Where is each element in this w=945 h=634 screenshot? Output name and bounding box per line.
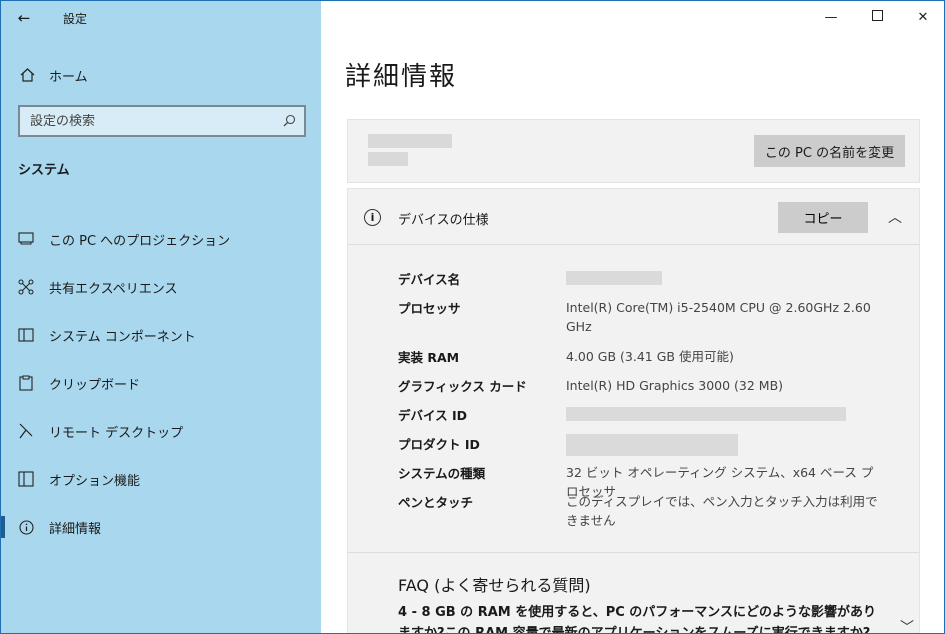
- spec-key: グラフィックス カード: [398, 379, 527, 394]
- spec-key: システムの種類: [398, 466, 486, 481]
- spec-key: 実装 RAM: [398, 350, 460, 365]
- faq-question[interactable]: 4 - 8 GB の RAM を使用すると、PC のパフォーマンスにどのような影…: [398, 602, 878, 633]
- device-name-card: この PC の名前を変更: [347, 119, 920, 183]
- spec-key: デバイス名: [398, 272, 461, 287]
- sidebar-item-label: 詳細情報: [49, 521, 102, 537]
- copy-button[interactable]: コピー: [778, 202, 868, 233]
- sidebar: ← 設定 ホーム システム この PC へのプロジェクション: [1, 1, 321, 633]
- spec-key: デバイス ID: [398, 408, 468, 423]
- system-component-icon: [18, 328, 34, 342]
- nav-home-label: ホーム: [49, 69, 88, 85]
- chevron-up-icon[interactable]: ︿: [888, 207, 902, 227]
- divider: [348, 552, 919, 553]
- settings-window: ← 設定 ホーム システム この PC へのプロジェクション: [0, 0, 945, 634]
- search-input[interactable]: [30, 113, 270, 129]
- spec-key: ペンとタッチ: [398, 495, 474, 510]
- redacted-device-name: [368, 152, 408, 166]
- nav-list: この PC へのプロジェクション 共有エクスペリエンス システム コンポーネント…: [1, 215, 321, 551]
- shared-experience-icon: [18, 279, 34, 295]
- remote-desktop-icon: [18, 423, 34, 439]
- back-arrow-icon: ←: [17, 9, 31, 27]
- maximize-button[interactable]: [854, 1, 900, 33]
- info-icon: i: [364, 209, 381, 226]
- clipboard-icon: [18, 375, 34, 391]
- sidebar-item-label: オプション機能: [49, 473, 141, 489]
- search-box[interactable]: [18, 105, 306, 137]
- minimize-icon: —: [824, 9, 838, 25]
- app-title: 設定: [63, 11, 88, 26]
- optional-features-icon: [18, 471, 34, 487]
- spec-key: プロセッサ: [398, 301, 461, 316]
- home-icon: [19, 68, 35, 82]
- sidebar-item-label: この PC へのプロジェクション: [49, 233, 231, 249]
- maximize-icon: [871, 9, 883, 25]
- sidebar-item-label: システム コンポーネント: [49, 329, 196, 345]
- projection-icon: [18, 232, 34, 246]
- spec-key: プロダクト ID: [398, 437, 480, 452]
- minimize-button[interactable]: —: [808, 1, 854, 33]
- nav-home[interactable]: ホーム: [1, 59, 321, 91]
- sidebar-item-label: 共有エクスペリエンス: [49, 281, 178, 297]
- sidebar-item-about[interactable]: 詳細情報: [1, 503, 321, 551]
- sidebar-item-optional-features[interactable]: オプション機能: [1, 455, 321, 503]
- spec-title: デバイスの仕様: [398, 213, 489, 228]
- spec-value-redacted: [566, 434, 881, 461]
- main-content: — ✕ 詳細情報 この PC の名前を変更 i デバイスの仕様 コピー ︿ デバ…: [321, 1, 944, 633]
- close-icon: ✕: [917, 9, 929, 25]
- sidebar-item-projection[interactable]: この PC へのプロジェクション: [1, 215, 321, 263]
- sidebar-item-clipboard[interactable]: クリップボード: [1, 359, 321, 407]
- spec-value-redacted: [566, 405, 881, 426]
- section-heading: システム: [18, 163, 70, 178]
- sidebar-item-shared-experience[interactable]: 共有エクスペリエンス: [1, 263, 321, 311]
- title-bar: ← 設定: [1, 1, 321, 35]
- rename-pc-button[interactable]: この PC の名前を変更: [754, 135, 905, 167]
- sidebar-item-system-components[interactable]: システム コンポーネント: [1, 311, 321, 359]
- info-icon: [18, 519, 34, 535]
- sidebar-item-remote-desktop[interactable]: リモート デスクトップ: [1, 407, 321, 455]
- back-button[interactable]: ←: [1, 1, 47, 35]
- spec-header[interactable]: i デバイスの仕様 コピー ︿: [348, 189, 919, 245]
- search-icon[interactable]: [283, 112, 296, 131]
- spec-value: 4.00 GB (3.41 GB 使用可能): [566, 349, 734, 364]
- window-controls: — ✕: [808, 1, 944, 33]
- chevron-down-icon[interactable]: ﹀: [900, 617, 914, 633]
- spec-value: Intel(R) Core(TM) i5-2540M CPU @ 2.60GHz…: [566, 300, 871, 334]
- sidebar-item-label: リモート デスクトップ: [49, 425, 184, 441]
- device-spec-card: i デバイスの仕様 コピー ︿ デバイス名 プロセッサ Intel(R) Cor…: [347, 188, 920, 633]
- sidebar-item-label: クリップボード: [49, 377, 141, 393]
- spec-value: このディスプレイでは、ペン入力とタッチ入力は利用できません: [566, 494, 878, 528]
- redacted-device-name: [368, 134, 452, 148]
- spec-value: Intel(R) HD Graphics 3000 (32 MB): [566, 378, 784, 393]
- close-button[interactable]: ✕: [900, 1, 944, 33]
- page-title: 詳細情報: [345, 62, 458, 92]
- spec-value-redacted: [566, 269, 881, 290]
- faq-title: FAQ (よく寄せられる質問): [398, 576, 591, 595]
